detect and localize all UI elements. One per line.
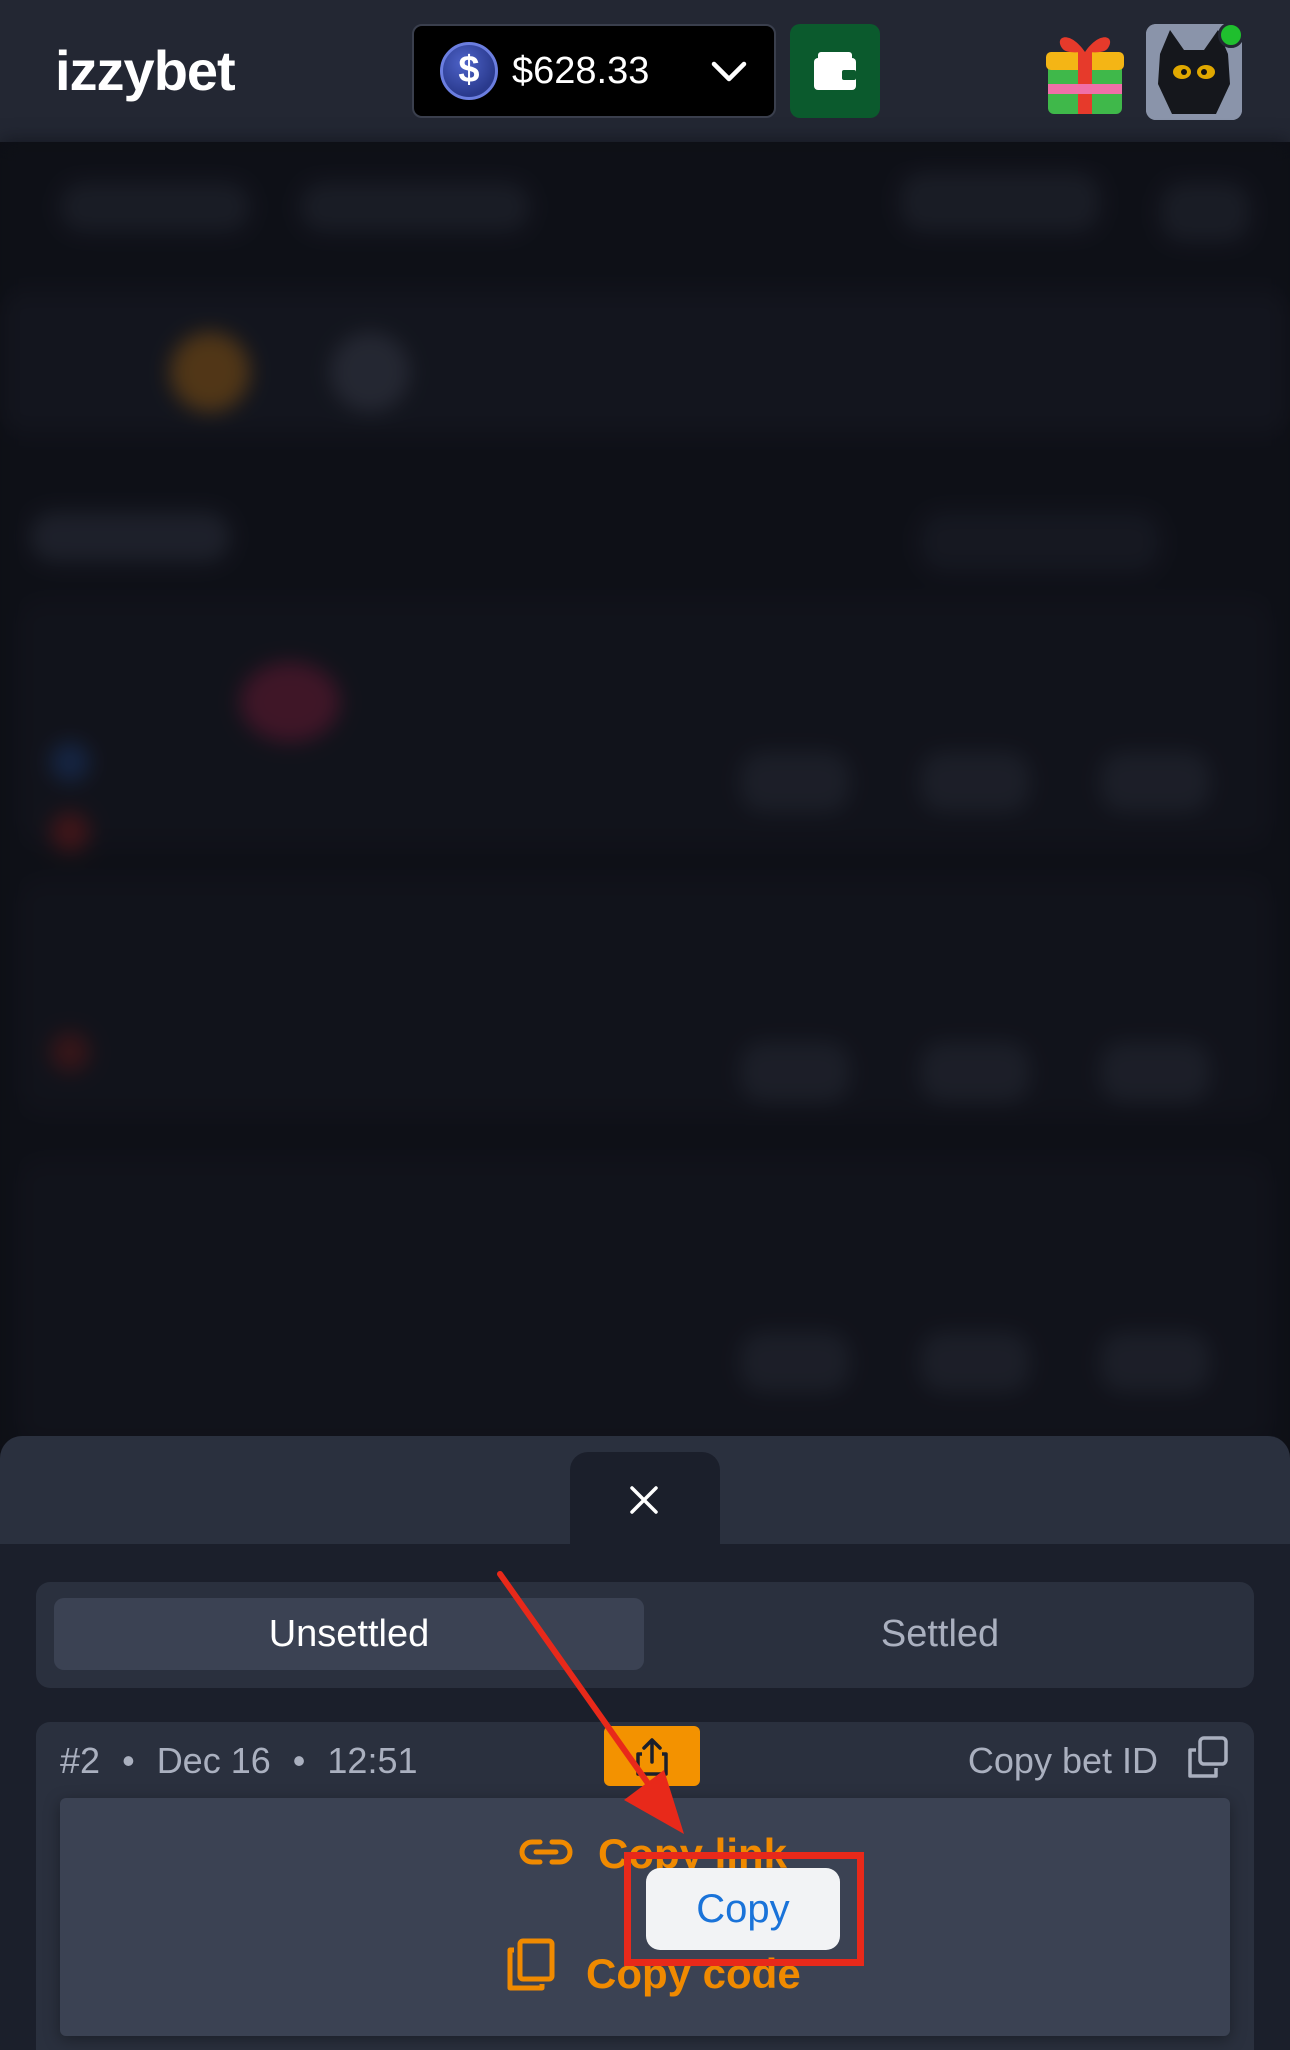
tab-unsettled[interactable]: Unsettled	[54, 1598, 644, 1670]
online-status-dot	[1218, 22, 1244, 48]
separator-dot: •	[292, 1740, 306, 1781]
wallet-icon	[814, 52, 856, 90]
bet-time: 12:51	[327, 1740, 418, 1781]
annotation-highlight-box	[624, 1852, 864, 1966]
share-button[interactable]	[604, 1726, 700, 1786]
bet-date: Dec 16	[156, 1740, 271, 1781]
top-header: izzybet $ $628.33	[0, 0, 1290, 142]
balance-amount: $628.33	[512, 50, 650, 92]
close-icon	[630, 1486, 658, 1514]
separator-dot: •	[122, 1740, 135, 1781]
tab-settled[interactable]: Settled	[644, 1598, 1236, 1670]
link-icon	[519, 1839, 573, 1865]
share-icon	[636, 1738, 668, 1776]
chevron-down-icon	[711, 61, 747, 82]
bet-status-tabs: Unsettled Settled	[36, 1582, 1254, 1688]
copy-icon[interactable]	[1186, 1736, 1228, 1778]
bet-number: #2	[60, 1740, 101, 1781]
wallet-button[interactable]	[790, 24, 880, 118]
dollar-coin-icon: $	[440, 42, 498, 100]
dim-overlay[interactable]	[0, 142, 1290, 1462]
balance-selector[interactable]: $ $628.33	[412, 24, 776, 118]
bet-meta: #2 • Dec 16 • 12:51	[60, 1740, 418, 1782]
copy-bet-id-label[interactable]: Copy bet ID	[968, 1740, 1158, 1782]
copy-icon	[507, 1938, 555, 1991]
gift-icon[interactable]	[1040, 26, 1130, 118]
izzybet-logo[interactable]: izzybet	[55, 38, 236, 103]
close-sheet-button[interactable]	[570, 1452, 720, 1544]
